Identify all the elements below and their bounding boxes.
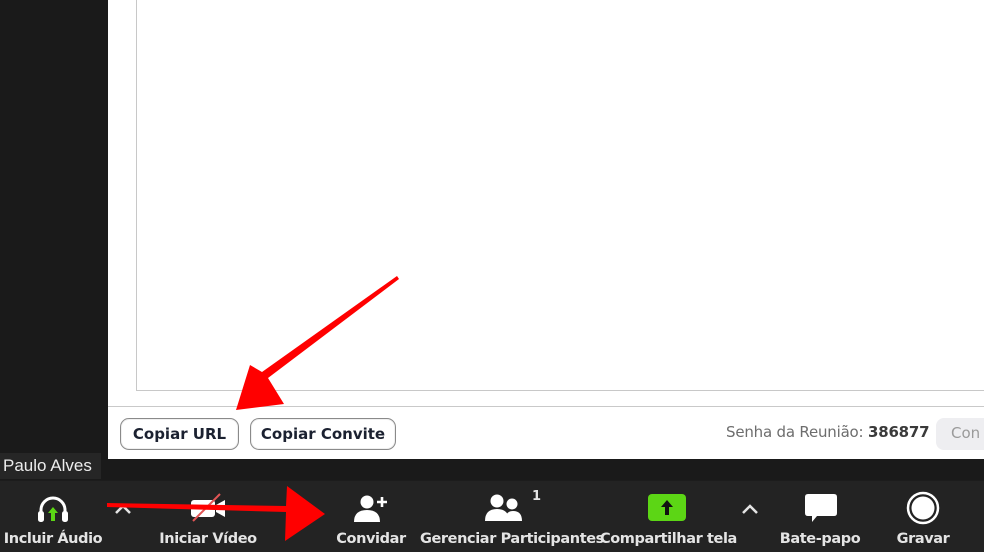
password-value: 386877 xyxy=(867,423,930,441)
record-label: Gravar xyxy=(896,531,950,547)
join-audio-button[interactable]: Incluir Áudio xyxy=(0,481,106,552)
copy-url-button[interactable]: Copiar URL xyxy=(120,418,239,450)
truncated-button[interactable]: Con xyxy=(936,418,984,450)
chat-bubble-icon xyxy=(805,494,837,522)
invite-button[interactable]: Convidar xyxy=(330,481,412,552)
copy-invite-button[interactable]: Copiar Convite xyxy=(250,418,396,450)
meeting-toolbar: Incluir Áudio Iniciar Vídeo Convidar 1 G… xyxy=(0,480,984,552)
record-button[interactable]: Gravar xyxy=(886,481,960,552)
invite-label: Convidar xyxy=(336,531,406,547)
chat-label: Bate-papo xyxy=(779,531,861,547)
manage-participants-label: Gerenciar Participantes xyxy=(420,531,604,547)
share-options-caret-icon[interactable] xyxy=(739,501,761,517)
invite-text-area[interactable] xyxy=(136,0,984,391)
share-screen-icon xyxy=(648,494,686,521)
password-label: Senha da Reunião: xyxy=(726,423,864,441)
headphones-icon xyxy=(38,496,68,522)
join-audio-label: Incluir Áudio xyxy=(3,531,103,547)
video-off-icon xyxy=(191,493,225,522)
start-video-button[interactable]: Iniciar Vídeo xyxy=(150,481,266,552)
participant-name-label: Paulo Alves xyxy=(0,453,101,479)
meeting-password: Senha da Reunião: 386877 xyxy=(726,423,930,441)
record-icon xyxy=(906,491,940,525)
participants-icon xyxy=(485,494,522,521)
participants-count-badge: 1 xyxy=(532,489,542,504)
add-user-icon xyxy=(354,495,387,522)
invite-panel: Copiar URL Copiar Convite Senha da Reuni… xyxy=(108,0,984,459)
start-video-label: Iniciar Vídeo xyxy=(159,531,257,547)
share-screen-label: Compartilhar tela xyxy=(600,531,737,547)
manage-participants-button[interactable]: 1 Gerenciar Participantes xyxy=(420,481,604,552)
chat-button[interactable]: Bate-papo xyxy=(776,481,864,552)
panel-divider xyxy=(108,406,984,407)
share-screen-button[interactable]: Compartilhar tela xyxy=(600,481,737,552)
audio-options-caret-icon[interactable] xyxy=(112,501,134,517)
zoom-meeting-window: Copiar URL Copiar Convite Senha da Reuni… xyxy=(0,0,984,552)
